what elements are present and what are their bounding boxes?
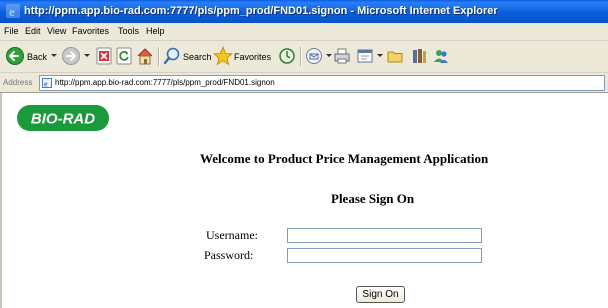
address-url[interactable]: http://ppm.app.bio-rad.com:7777/pls/ppm_… [55,78,275,87]
mail-icon[interactable] [305,44,323,68]
browser-window: e http://ppm.app.bio-rad.com:7777/pls/pp… [0,0,608,308]
page-content: BIO-RAD Welcome to Product Price Managem… [0,93,608,308]
menu-help[interactable]: Help [146,26,165,36]
folder-icon[interactable] [386,44,404,68]
edit-page-icon[interactable] [356,44,374,68]
bio-rad-logo: BIO-RAD [17,105,109,131]
back-arrow-icon[interactable] [5,44,25,68]
toolbar: Back Search Favorites [0,41,608,73]
svg-text:e: e [9,4,15,18]
password-input[interactable] [287,248,482,263]
refresh-icon[interactable] [116,44,132,68]
address-bar: Address e http://ppm.app.bio-rad.com:777… [0,73,608,93]
menu-edit[interactable]: Edit [25,26,41,36]
search-icon[interactable] [163,44,181,68]
messenger-icon[interactable] [432,44,450,68]
sign-on-heading: Please Sign On [331,191,415,206]
address-label: Address [3,78,33,87]
menu-view[interactable]: View [47,26,66,36]
menu-favorites[interactable]: Favorites [72,26,109,36]
window-left-border [0,93,2,308]
internet-explorer-icon: e [6,4,20,18]
forward-dropdown-arrow-icon[interactable] [84,54,90,57]
research-books-icon[interactable] [410,44,428,68]
page-icon: e [42,78,52,88]
toolbar-separator [158,47,160,66]
title-bar: e http://ppm.app.bio-rad.com:7777/pls/pp… [0,0,608,23]
back-button-label[interactable]: Back [27,52,47,62]
forward-arrow-icon[interactable] [61,44,81,68]
window-title: http://ppm.app.bio-rad.com:7777/pls/ppm_… [24,5,498,17]
stop-icon[interactable] [96,44,112,68]
address-field[interactable]: e http://ppm.app.bio-rad.com:7777/pls/pp… [39,75,605,91]
back-dropdown-arrow-icon[interactable] [51,54,57,57]
menu-tools[interactable]: Tools [118,26,139,36]
print-icon[interactable] [333,44,351,68]
svg-text:e: e [44,80,48,89]
favorites-star-icon[interactable] [213,44,233,68]
sign-on-button[interactable]: Sign On [356,286,405,303]
username-label: Username: [206,228,258,242]
menu-file[interactable]: File [4,26,19,36]
toolbar-separator [300,47,302,66]
menu-bar: File Edit View Favorites Tools Help [0,23,608,41]
welcome-heading: Welcome to Product Price Management Appl… [200,151,489,166]
favorites-button-label[interactable]: Favorites [234,52,271,62]
edit-dropdown-arrow-icon[interactable] [377,54,383,57]
bio-rad-logo-text: BIO-RAD [31,111,95,128]
password-label: Password: [204,248,254,262]
home-icon[interactable] [136,44,154,68]
username-input[interactable] [287,228,482,243]
mail-dropdown-arrow-icon[interactable] [326,54,332,57]
search-button-label[interactable]: Search [183,52,212,62]
history-icon[interactable] [278,44,296,68]
